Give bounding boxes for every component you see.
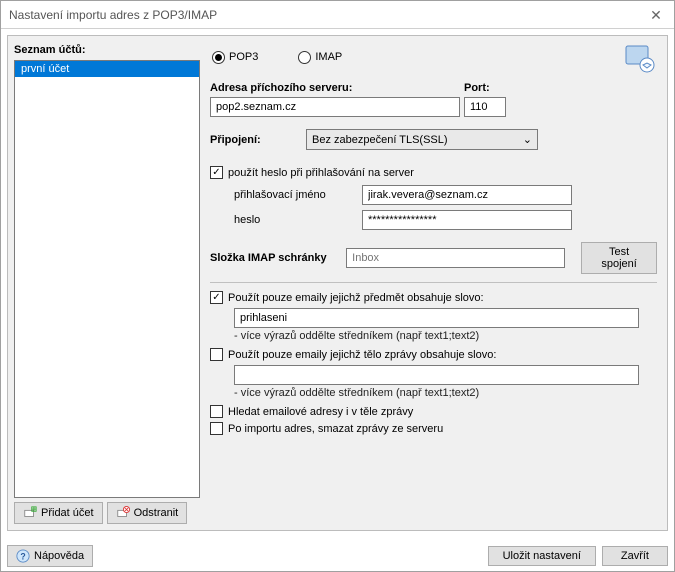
right-pane: POP3 IMAP Adresa příchozího serveru: Por…: [210, 42, 661, 524]
radio-imap[interactable]: IMAP: [298, 51, 342, 64]
save-button[interactable]: Uložit nastavení: [488, 546, 596, 566]
connection-label: Připojení:: [210, 134, 270, 146]
subject-filter-checkbox[interactable]: ✓ Použít pouze emaily jejichž předmět ob…: [210, 291, 657, 304]
help-icon: ?: [16, 549, 30, 563]
search-body-checkbox[interactable]: Hledat emailové adresy i v těle zprávy: [210, 405, 657, 418]
subject-hint: - více výrazů oddělte středníkem (např t…: [234, 330, 657, 342]
divider: [210, 282, 657, 283]
close-button[interactable]: Zavřít: [602, 546, 668, 566]
mail-icon: [623, 42, 655, 77]
port-input[interactable]: [464, 97, 506, 117]
add-icon: [23, 506, 37, 520]
body-hint: - více výrazů oddělte středníkem (např t…: [234, 387, 657, 399]
chevron-down-icon: ⌄: [523, 133, 532, 146]
main-panel: Seznam účtů: první účet Přidat účet Odst…: [7, 35, 668, 531]
left-pane: Seznam účtů: první účet Přidat účet Odst…: [14, 42, 200, 524]
remove-account-button[interactable]: Odstranit: [107, 502, 188, 524]
add-account-button[interactable]: Přidat účet: [14, 502, 103, 524]
delete-icon: [116, 506, 130, 520]
login-label: přihlašovací jméno: [234, 189, 354, 201]
password-label: heslo: [234, 214, 354, 226]
body-filter-input[interactable]: [234, 365, 639, 385]
test-connection-button[interactable]: Test spojení: [581, 242, 657, 274]
account-list[interactable]: první účet: [14, 60, 200, 498]
subject-filter-input[interactable]: [234, 308, 639, 328]
imap-folder-label: Složka IMAP schránky: [210, 252, 338, 264]
password-input[interactable]: [362, 210, 572, 230]
port-label: Port:: [464, 82, 490, 94]
dialog-window: Nastavení importu adres z POP3/IMAP ✕ Se…: [0, 0, 675, 572]
login-input[interactable]: [362, 185, 572, 205]
protocol-radio-group: POP3 IMAP: [212, 51, 342, 64]
titlebar: Nastavení importu adres z POP3/IMAP ✕: [1, 1, 674, 29]
server-address-input[interactable]: [210, 97, 460, 117]
use-password-checkbox[interactable]: ✓ použít heslo při přihlašování na serve…: [210, 166, 657, 179]
account-list-label: Seznam účtů:: [14, 42, 200, 60]
help-button[interactable]: ? Nápověda: [7, 545, 93, 567]
radio-pop3[interactable]: POP3: [212, 51, 258, 64]
body-filter-checkbox[interactable]: Použít pouze emaily jejichž tělo zprávy …: [210, 348, 657, 361]
delete-after-import-checkbox[interactable]: Po importu adres, smazat zprávy ze serve…: [210, 422, 657, 435]
connection-select[interactable]: Bez zabezpečení TLS(SSL) ⌄: [306, 129, 538, 150]
svg-text:?: ?: [20, 552, 25, 562]
imap-folder-input[interactable]: [346, 248, 565, 268]
close-icon[interactable]: ✕: [646, 5, 666, 25]
server-address-label: Adresa příchozího serveru:: [210, 82, 464, 94]
list-item[interactable]: první účet: [15, 61, 199, 77]
footer-bar: ? Nápověda Uložit nastavení Zavřít: [1, 537, 674, 571]
window-title: Nastavení importu adres z POP3/IMAP: [9, 8, 217, 22]
